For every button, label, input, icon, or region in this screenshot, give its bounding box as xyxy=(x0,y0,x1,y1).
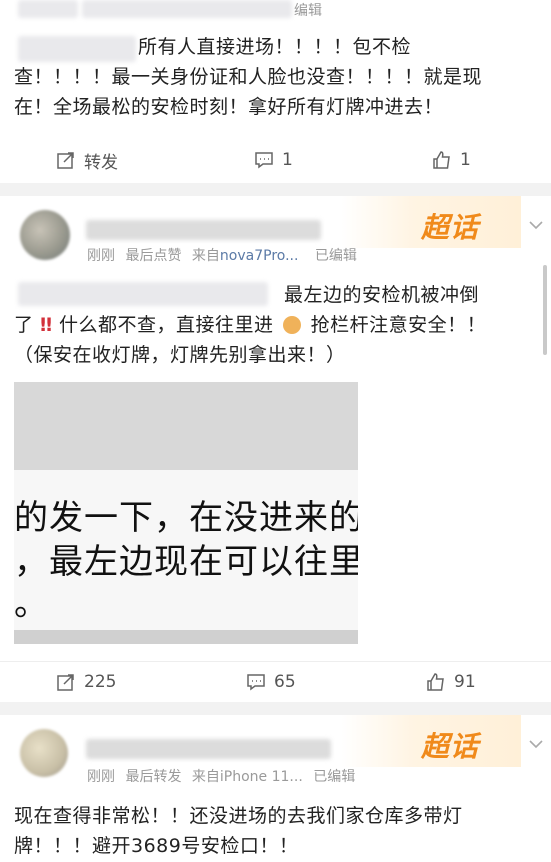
post-text: 最左边的安检机被冲倒 了 ‼ 什么都不查，直接往里进 抢栏杆注意安全！！ （保安… xyxy=(14,280,539,370)
comment-count: 65 xyxy=(274,672,296,692)
post-text-line: 牌！！！避开3689号安检口！！ xyxy=(14,835,299,857)
post-text-line: 在！全场最松的安检时刻！拿好所有灯牌冲进去！ xyxy=(14,96,444,118)
like-count: 1 xyxy=(460,150,471,170)
repost-label: 转发 xyxy=(84,152,118,173)
chevron-down-icon[interactable] xyxy=(527,735,545,753)
post-meta: 刚刚 最后转发 来自iPhone 11... 已编辑 xyxy=(87,766,361,786)
like-button[interactable]: 1 xyxy=(432,140,471,180)
comment-icon xyxy=(255,152,273,169)
post-source-prefix: 来自 xyxy=(191,248,220,264)
like-icon xyxy=(427,673,444,691)
repost-icon xyxy=(57,674,74,691)
image-text-line: 。 xyxy=(14,584,49,624)
super-topic-badge[interactable]: 超话 xyxy=(341,196,521,248)
post-card-2: 超话 刚刚 最后点赞 来自nova7Pro... 已编辑 最左边的安检机被冲倒 … xyxy=(0,196,551,702)
like-icon xyxy=(433,151,450,169)
post-text: 所有人直接进场！！！！包不检 查！！！！最一关身份证和人脸也没查！！！！就是现 … xyxy=(14,32,539,122)
comment-icon xyxy=(247,674,265,691)
post-text-fragment: 抢栏杆注意安全！！ xyxy=(310,314,487,336)
post-device[interactable]: nova7Pro... xyxy=(220,248,299,264)
repost-count: 225 xyxy=(84,672,117,692)
super-topic-label: 超话 xyxy=(420,211,479,244)
post-card-3: 超话 刚刚 最后转发 来自iPhone 11... 已编辑 现在查得非常松！！还… xyxy=(0,715,551,862)
edited-label: 编辑 xyxy=(294,3,322,19)
post-image[interactable]: 的发一下，在没进来的群 ，最左边现在可以往里闯 。 xyxy=(14,382,358,644)
post-edited: 已编辑 xyxy=(313,769,356,785)
post-device[interactable]: 来自iPhone 11... xyxy=(192,769,303,785)
post-text-line: 查！！！！最一关身份证和人脸也没查！！！！就是现 xyxy=(14,66,483,88)
avatar[interactable] xyxy=(20,729,68,777)
blurred-avatar xyxy=(18,0,78,18)
scrollbar[interactable] xyxy=(543,265,547,355)
like-count: 91 xyxy=(454,672,476,692)
comment-button[interactable]: 1 xyxy=(254,140,293,180)
post-time: 刚刚 xyxy=(87,248,115,264)
repost-icon xyxy=(57,152,74,169)
post-text-line: 最左边的安检机被冲倒 xyxy=(284,284,480,306)
fist-emoji-icon xyxy=(283,316,302,334)
post-text-line: （保安在收灯牌，灯牌先别拿出来！） xyxy=(14,344,346,366)
post-meta: 刚刚 最后点赞 来自nova7Pro... 已编辑 xyxy=(87,245,363,265)
repost-button[interactable]: 225 xyxy=(56,662,116,702)
avatar[interactable] xyxy=(20,210,70,260)
post-text: 现在查得非常松！！还没进场的去我们家仓库多带灯 牌！！！避开3689号安检口！！ xyxy=(14,801,539,861)
post-text-line: 了 ‼ 什么都不查，直接往里进 抢栏杆注意安全！！ xyxy=(14,310,539,340)
post-card-1: 编辑 所有人直接进场！！！！包不检 查！！！！最一关身份证和人脸也没查！！！！就… xyxy=(0,0,551,183)
post-last-like: 最后点赞 xyxy=(125,248,182,264)
super-topic-label: 超话 xyxy=(420,730,479,763)
image-text-line: ，最左边现在可以往里闯 xyxy=(14,542,358,582)
post-text-fragment: 了 xyxy=(14,314,34,336)
image-gray-band xyxy=(14,630,358,644)
chevron-down-icon[interactable] xyxy=(527,216,545,234)
image-text-line: 的发一下，在没进来的群 xyxy=(14,498,358,538)
alert-emoji: ‼ xyxy=(40,314,53,336)
comment-button[interactable]: 65 xyxy=(246,662,296,702)
action-bar: 225 65 91 xyxy=(0,662,551,702)
post-edited: 已编辑 xyxy=(314,248,357,264)
blurred-username[interactable] xyxy=(86,220,321,240)
post-last-repost: 最后转发 xyxy=(125,769,182,785)
repost-button[interactable]: 转发 xyxy=(56,140,118,180)
blurred-username[interactable] xyxy=(86,739,331,759)
post-text-fragment: 什么都不查，直接往里进 xyxy=(59,314,274,336)
blurred-username xyxy=(82,0,292,18)
image-gray-band xyxy=(14,382,358,470)
super-topic-badge[interactable]: 超话 xyxy=(341,715,521,767)
action-bar: 转发 1 1 xyxy=(0,140,551,180)
comment-count: 1 xyxy=(282,150,293,170)
post-text-line: 现在查得非常松！！还没进场的去我们家仓库多带灯 xyxy=(14,805,463,827)
post-time: 刚刚 xyxy=(87,769,115,785)
post-text-line: 所有人直接进场！！！！包不检 xyxy=(138,36,412,58)
like-button[interactable]: 91 xyxy=(426,662,476,702)
